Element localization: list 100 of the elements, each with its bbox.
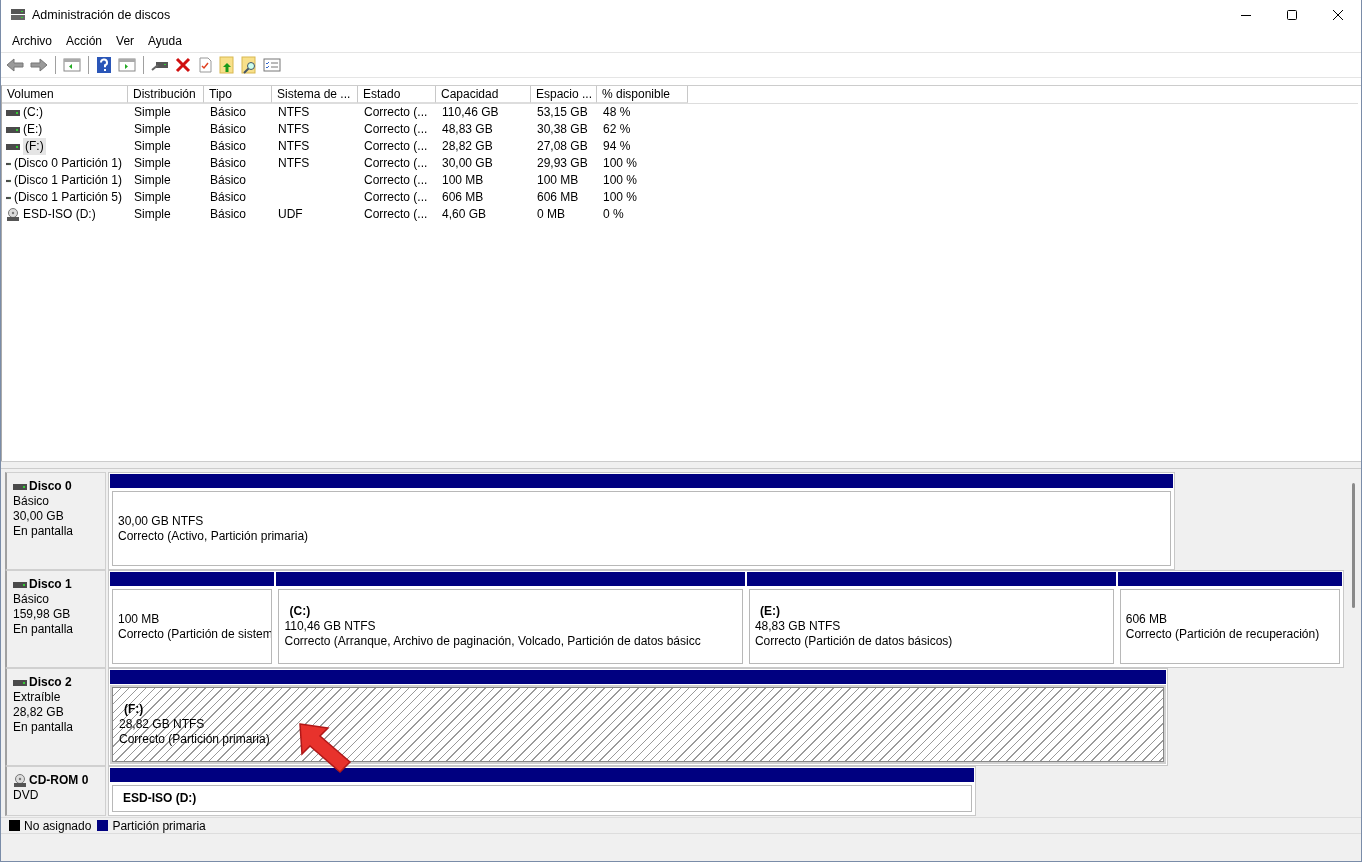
menu-item[interactable]: Archivo [5,32,59,50]
table-cell: Correcto (... [364,190,428,204]
partition-block[interactable]: (F:) 28,82 GB NTFS Correcto (Partición primaria) [110,685,1167,764]
delete-icon[interactable] [174,56,192,74]
drive-icon [6,194,11,201]
table-cell: NTFS [278,105,310,119]
column-header[interactable]: Distribución [128,86,204,103]
table-cell: 100 MB [442,173,484,187]
folder-up-icon[interactable] [218,55,236,75]
table-cell: 27,08 GB [537,139,588,153]
table-cell: 100 MB [537,173,579,187]
table-cell: 4,60 GB [442,207,487,221]
table-cell: NTFS [278,122,310,136]
disk-info: 28,82 GB [13,705,65,720]
volume-name[interactable]: (C:) [23,104,43,121]
partition-status: Correcto (Partición de recuperación) [1125,626,1321,642]
menu-item[interactable]: Ayuda [141,32,189,50]
partition-status: Correcto (Arranque, Archivo de paginación, Volcado, Partición de datos básicc [284,634,702,649]
table-cell: 100 % [603,190,638,204]
table-cell: Simple [134,122,171,136]
menu-item[interactable]: Acción [59,32,110,50]
column-header[interactable]: Estado [358,86,436,103]
table-cell: Básico [210,122,247,136]
maximize-icon [1287,10,1297,20]
help-icon[interactable] [95,55,113,75]
table-cell: UDF [278,207,303,221]
table-cell: Simple [134,173,171,187]
table-cell: Simple [134,207,171,221]
forward-arrow-icon[interactable] [29,56,49,74]
table-cell: Básico [210,156,247,170]
cd-drive-icon [13,774,27,787]
search-icon[interactable] [240,55,258,75]
partition-name: ESD-ISO (D:) [122,791,198,806]
drive-icon [13,483,27,490]
partition-size: 100 MB [118,611,161,627]
disk-info: 159,98 GB [13,607,72,622]
partition-size: 606 MB [1125,611,1169,627]
column-header[interactable]: Volumen [2,86,128,103]
disk-name: Disco 0 [29,479,72,494]
partition-block[interactable]: ESD-ISO (D:) [110,783,974,814]
table-cell: NTFS [278,139,310,153]
table-cell: 100 % [603,173,638,187]
volume-name[interactable]: (F:) [23,138,46,155]
drive-icon [6,126,20,133]
close-icon [1333,10,1343,20]
disk-name: Disco 2 [29,675,72,690]
table-cell: 62 % [603,122,631,136]
table-cell: Simple [134,156,171,170]
console-tree-icon[interactable] [62,56,82,74]
table-cell: 100 % [603,156,638,170]
table-cell: Correcto (... [364,122,428,136]
table-cell: 94 % [603,139,631,153]
drive-icon [13,581,27,588]
disk-name: CD-ROM 0 [29,773,89,788]
partition-block[interactable]: 30,00 GB NTFS Correcto (Activo, Partición primaria) [110,489,1173,568]
volume-name[interactable]: ESD-ISO (D:) [23,206,96,223]
table-cell: 48 % [603,105,631,119]
drive-icon [13,679,27,686]
table-cell: 48,83 GB [442,122,493,136]
disk-info: En pantalla [13,524,75,539]
table-cell: Simple [134,105,171,119]
partition-size: 48,83 GB NTFS [754,619,842,634]
drive-icon [6,177,11,184]
partition-status: Correcto (Partición de datos básicos) [754,634,954,649]
table-cell: Básico [210,173,247,187]
window-title: Administración de discos [32,6,171,24]
legend-label: No asignado [24,817,92,835]
drive-icon [6,109,20,116]
scrollbar-thumb[interactable] [1352,483,1355,608]
column-header[interactable]: Espacio ... [531,86,597,103]
volume-name[interactable]: (Disco 0 Partición 1) [13,155,122,172]
partition-size: 30,00 GB NTFS [118,513,205,529]
partition-size: 110,46 GB NTFS [284,619,377,634]
properties-icon[interactable] [262,56,282,74]
partition-block[interactable]: 606 MB Correcto (Partición de recuperación) [1117,587,1342,666]
table-cell: Básico [210,190,247,204]
column-header[interactable]: Sistema de ... [272,86,358,103]
table-cell: 30,00 GB [442,156,493,170]
table-cell: Correcto (... [364,105,428,119]
volume-name[interactable]: (Disco 1 Partición 5) [13,189,122,206]
volume-name[interactable]: (Disco 1 Partición 1) [13,172,122,189]
column-header[interactable]: Capacidad [436,86,531,103]
table-cell: 606 MB [537,190,579,204]
table-cell: 29,93 GB [537,156,588,170]
partition-block[interactable]: (C:) 110,46 GB NTFS Correcto (Arranque, Archivo de paginación, Volcado, Partición de datos básicc [276,587,745,666]
back-arrow-icon[interactable] [5,56,25,74]
volume-name[interactable]: (E:) [23,121,43,138]
disk-info: Básico [13,592,51,607]
drive-icon [6,143,20,150]
partition-name: (F:) [123,702,145,717]
partition-block[interactable]: (E:) 48,83 GB NTFS Correcto (Partición de datos básicos) [746,587,1116,666]
table-cell: 0 % [603,207,624,221]
column-header[interactable]: Tipo [204,86,272,103]
column-header[interactable]: % disponible [597,86,688,103]
table-cell: Correcto (... [364,139,428,153]
menu-item[interactable]: Ver [109,32,142,50]
checklist-icon[interactable] [196,56,214,74]
drive-icon [6,160,11,167]
disk-info: Extraíble [13,690,62,705]
table-cell: Básico [210,139,247,153]
